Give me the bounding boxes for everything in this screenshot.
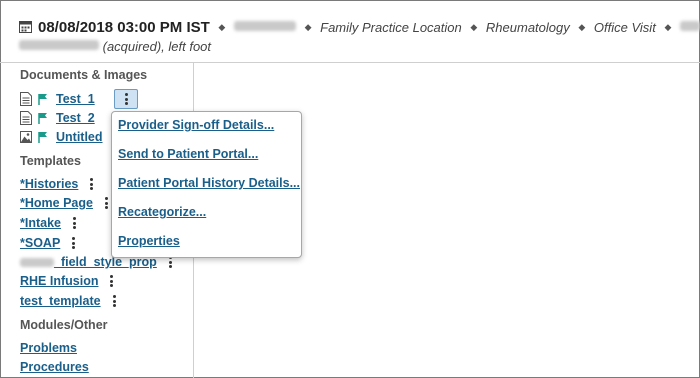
- provider-name-redacted: [233, 21, 296, 31]
- document-icon: [20, 92, 32, 106]
- menu-item-provider-sign-off[interactable]: Provider Sign-off Details...: [118, 118, 274, 132]
- template-link-histories[interactable]: *Histories: [20, 177, 78, 191]
- template-item[interactable]: test_template: [20, 292, 116, 310]
- separator-diamond: ◆: [470, 22, 478, 32]
- image-icon: [20, 131, 32, 143]
- modules-heading: Modules/Other: [20, 318, 108, 332]
- separator-diamond: ◆: [304, 22, 312, 32]
- more-vertical-icon[interactable]: [110, 275, 114, 287]
- template-link-intake[interactable]: *Intake: [20, 216, 61, 230]
- module-link-problems[interactable]: Problems: [20, 341, 77, 355]
- document-actions-button-active[interactable]: [114, 89, 138, 109]
- encounter-header: 08/08/2018 03:00 PM IST ◆ ◆ Family Pract…: [19, 18, 700, 56]
- template-item[interactable]: *Intake: [20, 214, 76, 232]
- more-vertical-icon[interactable]: [90, 178, 94, 190]
- separator-diamond: ◆: [664, 22, 672, 32]
- document-item[interactable]: Test_1: [20, 90, 95, 108]
- template-link-soap[interactable]: *SOAP: [20, 236, 60, 250]
- document-item[interactable]: Untitled: [20, 128, 103, 146]
- menu-item-send-to-portal[interactable]: Send to Patient Portal...: [118, 147, 258, 161]
- more-vertical-icon[interactable]: [73, 217, 76, 229]
- flag-icon: [38, 132, 47, 143]
- template-link-test-template[interactable]: test_template: [20, 294, 101, 308]
- template-name-redacted: [20, 257, 54, 267]
- module-item[interactable]: Procedures: [20, 358, 89, 376]
- more-vertical-icon[interactable]: [104, 197, 108, 209]
- separator-diamond: ◆: [218, 22, 226, 32]
- document-icon: [20, 111, 32, 125]
- template-link-rhe-infusion[interactable]: RHE Infusion: [20, 274, 98, 288]
- document-item[interactable]: Test_2: [20, 109, 95, 127]
- encounter-number-redacted: [679, 21, 700, 31]
- document-context-menu: Provider Sign-off Details... Send to Pat…: [111, 111, 302, 258]
- templates-heading: Templates: [20, 154, 81, 168]
- module-item[interactable]: Problems: [20, 339, 77, 357]
- calendar-icon: [19, 21, 32, 33]
- document-link-untitled[interactable]: Untitled: [56, 130, 103, 144]
- diagnosis-redacted: [19, 40, 99, 50]
- flag-icon: [38, 94, 47, 105]
- module-link-procedures[interactable]: Procedures: [20, 360, 89, 374]
- specialty-label: Rheumatology: [485, 20, 570, 35]
- template-link-home-page[interactable]: *Home Page: [20, 196, 93, 210]
- location-label: Family Practice Location: [320, 20, 462, 35]
- template-item[interactable]: *Home Page: [20, 194, 108, 212]
- template-item[interactable]: *Histories: [20, 175, 94, 193]
- more-vertical-icon[interactable]: [72, 237, 76, 249]
- separator-diamond: ◆: [578, 22, 586, 32]
- diagnosis-suffix: (acquired), left foot: [102, 39, 212, 54]
- template-item[interactable]: RHE Infusion: [20, 272, 114, 290]
- menu-item-properties[interactable]: Properties: [118, 234, 180, 248]
- visit-type-label: Office Visit: [593, 20, 656, 35]
- more-vertical-icon: [124, 93, 128, 105]
- documents-heading: Documents & Images: [20, 68, 148, 82]
- header-divider: [0, 62, 700, 63]
- more-vertical-icon[interactable]: [112, 295, 116, 307]
- menu-item-portal-history[interactable]: Patient Portal History Details...: [118, 176, 300, 190]
- document-link-test-1[interactable]: Test_1: [56, 92, 95, 106]
- encounter-datetime: 08/08/2018 03:00 PM IST: [38, 19, 210, 36]
- template-item[interactable]: *SOAP: [20, 234, 76, 252]
- document-link-test-2[interactable]: Test_2: [56, 111, 95, 125]
- flag-icon: [38, 113, 47, 124]
- menu-item-recategorize[interactable]: Recategorize...: [118, 205, 206, 219]
